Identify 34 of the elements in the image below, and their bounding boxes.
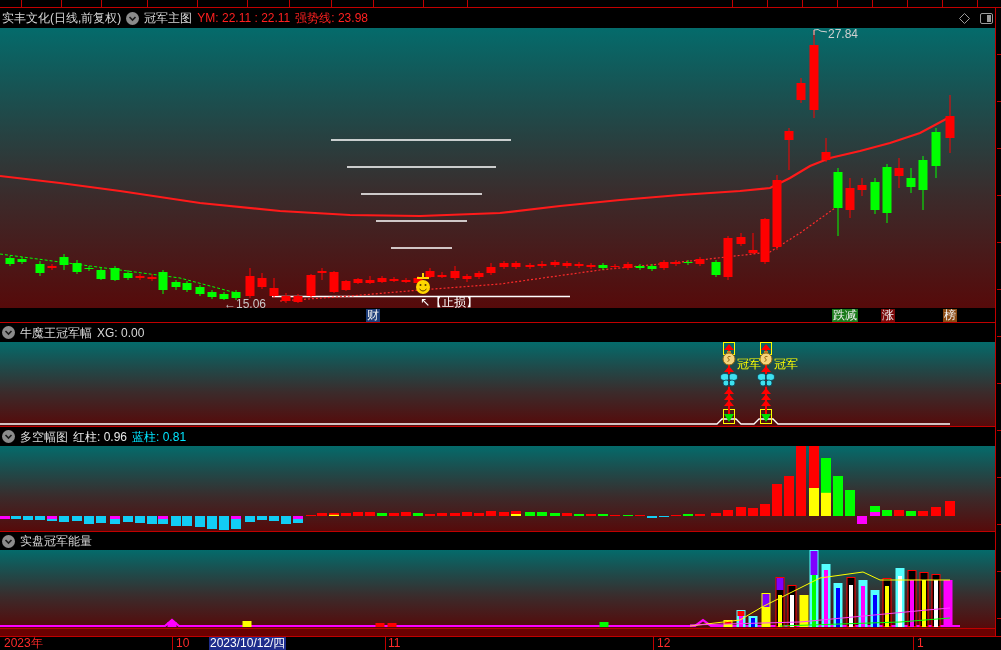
arrow-stack-icon <box>760 342 772 424</box>
chevron-down-icon[interactable] <box>2 326 15 339</box>
indicator-reading: 强势线: 23.98 <box>295 11 368 25</box>
arrow-stack-icon <box>723 342 735 424</box>
date-label: 12 <box>657 637 671 650</box>
butterfly-icon <box>720 373 738 388</box>
date-label: 2023年 <box>4 637 43 650</box>
chevron-down-icon[interactable] <box>126 11 140 25</box>
date-label: 10 <box>176 637 190 650</box>
chevron-down-icon[interactable] <box>2 430 15 443</box>
indicator-name: 冠军主图 <box>144 11 193 25</box>
money-bag-icon <box>759 351 773 366</box>
indicator-reading: 红柱: 0.96 <box>73 429 128 444</box>
signal-label: 冠军 <box>774 358 798 371</box>
date-label: 11 <box>388 637 401 650</box>
butterfly-icon <box>757 373 775 388</box>
indicator-name: 牛魔王冠军幅 <box>20 325 92 340</box>
date-label: 1 <box>917 637 924 650</box>
indicator-name: 多空幅图 <box>20 429 68 444</box>
signal-marker: 跌减 <box>832 309 858 322</box>
cursor-date: 2023/10/12/四 <box>209 637 287 650</box>
money-bag-icon <box>722 351 736 366</box>
indicator-reading: XG: 0.00 <box>97 325 145 340</box>
indicator-name: 实盘冠军能量 <box>20 534 92 548</box>
signal-label: 冠军 <box>737 358 761 371</box>
security-name: 实丰文化(日线,前复权) <box>2 11 122 25</box>
indicator-reading: YM: 22.11 : 22.11 <box>197 11 291 25</box>
signal-marker: 财 <box>366 309 380 322</box>
split-square-icon[interactable] <box>980 12 993 24</box>
signal-marker: 榜 <box>943 309 957 322</box>
chevron-down-icon[interactable] <box>2 534 15 548</box>
indicator-reading: 蓝柱: 0.81 <box>132 429 187 444</box>
diamond-icon[interactable] <box>959 12 970 24</box>
signal-marker: 涨 <box>881 309 895 322</box>
